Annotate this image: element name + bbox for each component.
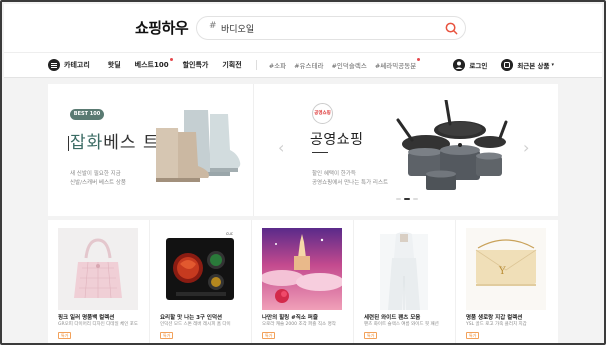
product-card[interactable]: Y 명품 생로랑 지갑 컬렉션 YSL 골드 로고 가죽 클러치 지갑 특가	[456, 220, 558, 343]
cookware-image	[396, 100, 508, 190]
banner-prev-arrow[interactable]: ‹	[278, 140, 288, 156]
recent-box-icon	[501, 59, 514, 71]
nav-tag-3[interactable]: #인덕슬렉스	[331, 60, 366, 70]
sale-tag: 특가	[466, 332, 480, 339]
product-card[interactable]: cuc 요리할 맛 나는 3구 인덕션 인덕션 모드 스톤 레버 레시피 홈 다…	[150, 220, 252, 343]
banner-right-title: 공영쇼핑	[310, 132, 364, 148]
product-title: 명품 생로랑 지갑 컬렉션	[466, 315, 523, 321]
top-header: 쇼핑하우 #	[4, 4, 602, 52]
rain-boots-image	[156, 110, 241, 182]
search-input[interactable]	[221, 20, 441, 37]
search-icon[interactable]	[444, 21, 459, 36]
promo-banner[interactable]: BEST 100 잡화베스 트 새 신발이 필요한 지금 신발/스캐버 베스트 …	[48, 84, 558, 216]
product-title: 핑크 일러 명품백 컬렉션	[58, 315, 115, 321]
recent-products-button[interactable]: 최근본 상품 ▾	[501, 59, 554, 71]
nav-left-group: 카테고리 핫딜 베스트100 할인특가 기획전 #소파 #유스테라 #인덕슬렉스…	[48, 58, 424, 71]
banner-left-title: 잡화베스 트	[68, 133, 160, 153]
title-underline	[312, 152, 328, 153]
product-desc: YSL 골드 로고 가죽 클러치 지갑	[466, 322, 527, 327]
pagination-dot-active[interactable]	[404, 198, 410, 200]
product-desc: 오로라 캐슬 2000 조각 퍼즐 직소 명작	[262, 322, 336, 327]
pagination-dot[interactable]	[413, 198, 418, 200]
best-badge: BEST 100	[70, 109, 104, 120]
nav-item-best100[interactable]: 베스트100	[135, 58, 173, 70]
product-title: 세련된 와이드 팬츠 모음	[364, 315, 421, 321]
sale-tag: 특가	[160, 332, 174, 339]
nav-tag-sofa[interactable]: #소파	[269, 60, 286, 70]
new-dot	[169, 58, 173, 61]
nav-divider	[255, 60, 257, 70]
browser-frame: 쇼핑하우 # 카테고리 핫딜 베스트100 할인특가 기획전 #소파 #유스테라…	[0, 0, 606, 345]
product-image-wallet: Y	[466, 228, 546, 310]
product-card[interactable]: 세련된 와이드 팬츠 모음 팬츠 화이트 슬랙스 여름 와이드 핏 패션 특가	[354, 220, 456, 343]
site-logo[interactable]: 쇼핑하우	[135, 17, 189, 38]
category-label: 카테고리	[64, 61, 90, 69]
nav-tag-4[interactable]: #쎄라믹공동분	[375, 58, 421, 70]
chevron-down-icon: ▾	[551, 62, 554, 68]
product-desc: 팬츠 화이트 슬랙스 여름 와이드 핏 패션	[364, 322, 439, 327]
banner-left-subtitle: 새 신발이 필요한 지금 신발/스캐버 베스트 상품	[70, 171, 126, 186]
recent-label: 최근본 상품	[517, 62, 550, 70]
login-label: 로그인	[469, 62, 488, 70]
nav-tag-2[interactable]: #유스테라	[294, 60, 323, 70]
product-title: 요리할 맛 나는 3구 인덕션	[160, 315, 223, 321]
product-image-puzzle	[262, 228, 342, 310]
product-image-induction: cuc	[160, 228, 240, 310]
banner-pagination[interactable]	[396, 198, 418, 200]
main-nav: 카테고리 핫딜 베스트100 할인특가 기획전 #소파 #유스테라 #인덕슬렉스…	[4, 52, 602, 78]
svg-text:cuc: cuc	[226, 231, 233, 236]
product-card[interactable]: 핑크 일러 명품백 컬렉션 GR오피 다이어리 디자인 디테일 체인 포도 특가	[48, 220, 150, 343]
brand-logo: 공영쇼핑	[312, 103, 333, 124]
pagination-dot[interactable]	[396, 198, 401, 200]
product-card[interactable]: 나만의 힐링 #직소 퍼즐 오로라 캐슬 2000 조각 퍼즐 직소 명작 특가	[252, 220, 354, 343]
sale-tag: 특가	[58, 332, 72, 339]
menu-icon	[48, 59, 60, 71]
new-dot	[417, 58, 421, 61]
banner-next-arrow[interactable]: ›	[523, 140, 533, 156]
nav-item-sale[interactable]: 할인특가	[183, 60, 209, 70]
nav-item-special[interactable]: 기획전	[222, 60, 241, 70]
user-icon	[453, 59, 466, 71]
banner-divider	[253, 84, 254, 216]
banner-right-subtitle: 할인 혜택이 한가득 공영쇼핑에서 만나는 특가 리스트	[312, 171, 389, 186]
product-desc: 인덕션 모드 스톤 레버 레시피 홈 다이	[160, 322, 231, 327]
product-title: 나만의 힐링 #직소 퍼즐	[262, 315, 318, 321]
sale-tag: 특가	[262, 332, 276, 339]
sale-tag: 특가	[364, 332, 378, 339]
login-button[interactable]: 로그인	[453, 59, 487, 71]
svg-text:Y: Y	[498, 266, 506, 277]
product-image-bag	[58, 228, 138, 310]
nav-item-hotdeal[interactable]: 핫딜	[108, 60, 121, 70]
category-button[interactable]: 카테고리	[48, 59, 90, 71]
product-list: 핑크 일러 명품백 컬렉션 GR오피 다이어리 디자인 디테일 체인 포도 특가…	[48, 220, 558, 343]
search-box[interactable]: #	[196, 16, 466, 40]
product-desc: GR오피 다이어리 디자인 디테일 체인 포도	[58, 322, 139, 327]
product-image-pants	[364, 228, 444, 310]
nav-right-group: 로그인 최근본 상품 ▾	[439, 59, 554, 71]
hashtag-icon: #	[209, 21, 217, 31]
